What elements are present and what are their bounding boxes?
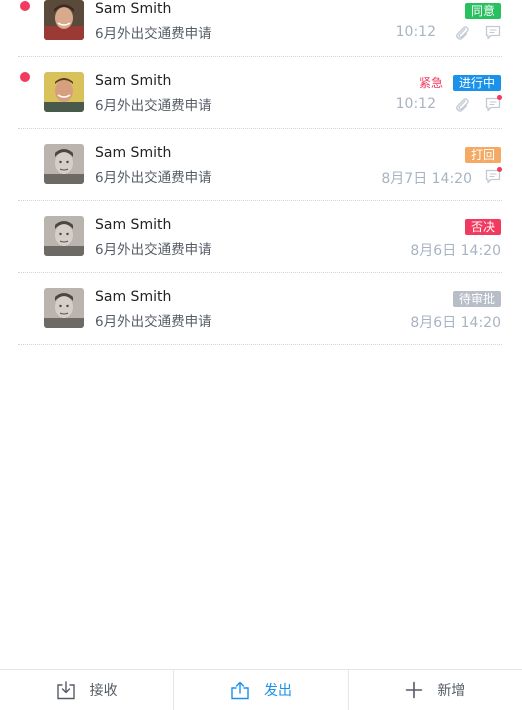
- list-item[interactable]: Sam Smith 6月外出交通费申请 同意 10:12: [18, 0, 502, 57]
- avatar: [44, 0, 84, 40]
- paperclip-icon: [454, 25, 470, 41]
- comment-unread-dot: [497, 95, 502, 100]
- status-badge: 否决: [464, 219, 501, 235]
- sender-name: Sam Smith: [95, 1, 172, 17]
- message-subject: 6月外出交通费申请: [95, 98, 212, 114]
- comment-icon[interactable]: [485, 25, 501, 40]
- tab-inbox[interactable]: 接收: [0, 670, 173, 710]
- message-time: 10:12: [395, 96, 436, 112]
- avatar: [44, 288, 84, 328]
- avatar: [44, 72, 84, 112]
- message-subject: 6月外出交通费申请: [95, 26, 212, 42]
- urgent-label: 紧急: [418, 76, 443, 90]
- tab-inbox-label: 接收: [89, 683, 118, 699]
- list-item[interactable]: Sam Smith 6月外出交通费申请 否决 8月6日 14:20: [18, 201, 502, 273]
- message-subject: 6月外出交通费申请: [95, 314, 212, 330]
- status-badge: 进行中: [452, 75, 501, 91]
- bottom-tab-bar: 接收 发出 新增: [0, 669, 522, 710]
- status-badge: 待审批: [452, 291, 501, 307]
- inbox-download-icon: [56, 680, 76, 700]
- tab-new[interactable]: 新增: [347, 670, 522, 710]
- unread-dot: [20, 1, 30, 11]
- comment-unread-dot: [497, 167, 502, 172]
- message-time: 8月6日 14:20: [410, 315, 501, 331]
- sender-name: Sam Smith: [95, 145, 172, 161]
- message-subject: 6月外出交通费申请: [95, 242, 212, 258]
- plus-icon: [405, 681, 423, 699]
- tab-new-label: 新增: [437, 683, 466, 699]
- avatar: [44, 216, 84, 256]
- tab-sent[interactable]: 发出: [173, 670, 347, 710]
- list-item[interactable]: Sam Smith 6月外出交通费申请 紧急 进行中 10:12: [18, 57, 502, 129]
- message-list: Sam Smith 6月外出交通费申请 同意 10:12 Sam Smith 6…: [18, 0, 502, 345]
- message-time: 8月6日 14:20: [410, 243, 501, 259]
- paperclip-icon: [454, 97, 470, 113]
- status-badge: 同意: [464, 3, 501, 19]
- sender-name: Sam Smith: [95, 73, 172, 89]
- list-item[interactable]: Sam Smith 6月外出交通费申请 待审批 8月6日 14:20: [18, 273, 502, 345]
- list-item[interactable]: Sam Smith 6月外出交通费申请 打回 8月7日 14:20: [18, 129, 502, 201]
- status-badge: 打回: [464, 147, 501, 163]
- message-subject: 6月外出交通费申请: [95, 170, 212, 186]
- unread-dot: [20, 72, 30, 82]
- avatar: [44, 144, 84, 184]
- message-time: 10:12: [395, 24, 436, 40]
- tab-sent-label: 发出: [263, 683, 292, 699]
- sender-name: Sam Smith: [95, 217, 172, 233]
- message-time: 8月7日 14:20: [381, 171, 472, 187]
- sender-name: Sam Smith: [95, 289, 172, 305]
- share-upload-icon: [230, 681, 250, 700]
